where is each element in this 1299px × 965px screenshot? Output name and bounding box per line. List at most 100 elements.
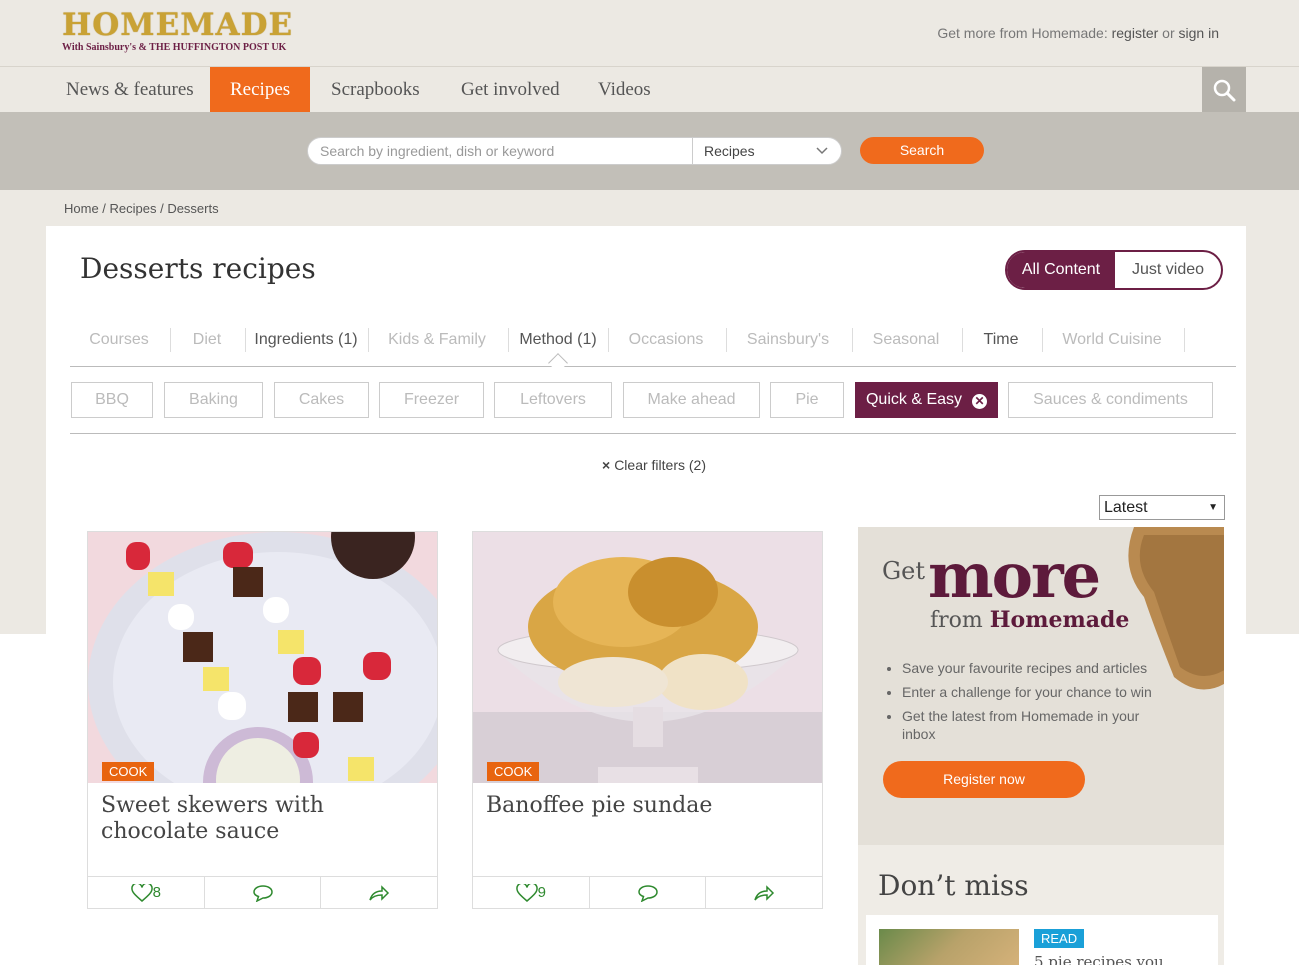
list-item: Get the latest from Homemade in your inb… — [902, 707, 1162, 743]
chip-make-ahead[interactable]: Make ahead — [623, 382, 760, 418]
sort-value: Latest — [1104, 499, 1148, 516]
homemade-logo[interactable]: HOMEMADE With Sainsbury's & THE HUFFINGT… — [62, 9, 293, 53]
search-input[interactable]: Search by ingredient, dish or keyword — [307, 137, 693, 165]
chip-sauces-condiments[interactable]: Sauces & condiments — [1008, 382, 1213, 418]
card-actions: 8 — [88, 876, 437, 908]
recipe-image[interactable]: COOK — [88, 532, 437, 783]
account-or: or — [1158, 25, 1179, 41]
chevron-down-icon — [816, 147, 828, 155]
comment-button[interactable] — [590, 877, 707, 908]
search-scope-select[interactable]: Recipes — [692, 137, 842, 165]
share-icon — [754, 884, 775, 901]
chip-baking[interactable]: Baking — [164, 382, 263, 418]
card-actions: 9 — [473, 876, 822, 908]
chip-pie[interactable]: Pie — [770, 382, 844, 418]
search-scope-value: Recipes — [704, 143, 755, 159]
tab-sainsburys[interactable]: Sainsbury's — [726, 326, 850, 354]
chip-quick-easy[interactable]: Quick & Easy ✕ — [855, 382, 998, 418]
account-links: Get more from Homemade: register or sign… — [937, 25, 1219, 41]
dont-miss-card[interactable]: READ 5 pie recipes you — [866, 915, 1218, 965]
content-type-toggle[interactable]: All Content Just video — [1005, 250, 1223, 290]
chip-leftovers[interactable]: Leftovers — [494, 382, 612, 418]
register-link[interactable]: register — [1112, 25, 1159, 41]
active-tab-caret — [548, 353, 568, 373]
tab-courses[interactable]: Courses — [70, 326, 168, 354]
tab-ingredients[interactable]: Ingredients (1) — [245, 326, 367, 354]
tab-time[interactable]: Time — [962, 326, 1040, 354]
read-badge: READ — [1034, 929, 1085, 948]
recipe-card[interactable]: COOK Sweet skewers with chocolate sauce … — [87, 531, 438, 909]
content-type-badge: COOK — [487, 762, 540, 781]
like-button[interactable]: 9 — [473, 877, 590, 908]
nav-recipes[interactable]: Recipes — [210, 67, 311, 118]
tab-seasonal[interactable]: Seasonal — [852, 326, 960, 354]
nav-news-features[interactable]: News & features — [46, 67, 214, 112]
remove-filter-icon[interactable]: ✕ — [972, 394, 988, 409]
promo-benefits: Save your favourite recipes and articles… — [902, 659, 1162, 749]
comment-icon — [252, 884, 273, 902]
filter-tabs: Courses Diet Ingredients (1) Kids & Fami… — [70, 326, 1236, 373]
recipe-card[interactable]: COOK Banoffee pie sundae 9 — [472, 531, 823, 909]
tab-kids-family[interactable]: Kids & Family — [368, 326, 506, 354]
logo-tagline: With Sainsbury's & THE HUFFINGTON POST U… — [62, 42, 287, 53]
search-button[interactable]: Search — [860, 137, 984, 164]
promo-from: from — [930, 608, 990, 633]
promo-get: Get — [882, 557, 926, 585]
promo-more: more — [928, 539, 1101, 612]
tab-divider — [1184, 328, 1185, 352]
search-icon — [1213, 79, 1236, 101]
chip-quick-easy-label: Quick & Easy — [865, 391, 963, 408]
content-panel: Desserts recipes All Content Just video … — [46, 226, 1246, 965]
list-item: Save your favourite recipes and articles — [902, 659, 1162, 677]
account-prompt: Get more from Homemade: — [937, 25, 1112, 41]
clear-filters-link[interactable]: × Clear filters (2) — [602, 457, 706, 473]
comment-button[interactable] — [205, 877, 322, 908]
chip-bbq[interactable]: BBQ — [71, 382, 153, 418]
register-now-button[interactable]: Register now — [883, 761, 1085, 798]
breadcrumb[interactable]: Home / Recipes / Desserts — [64, 201, 219, 216]
comment-icon — [637, 884, 658, 902]
close-icon: × — [602, 457, 611, 473]
filter-divider — [70, 433, 1236, 434]
register-promo: Get more from Homemade Save your favouri… — [858, 527, 1224, 845]
nav-get-involved[interactable]: Get involved — [441, 67, 580, 112]
tab-occasions[interactable]: Occasions — [608, 326, 724, 354]
chip-freezer[interactable]: Freezer — [379, 382, 484, 418]
chip-cakes[interactable]: Cakes — [274, 382, 369, 418]
share-button[interactable] — [706, 877, 822, 908]
article-title[interactable]: 5 pie recipes you — [1034, 953, 1164, 965]
nav-scrapbooks[interactable]: Scrapbooks — [311, 67, 440, 112]
logo-wordmark: HOMEMADE — [62, 7, 294, 43]
tab-diet[interactable]: Diet — [170, 326, 244, 354]
search-band: Search by ingredient, dish or keyword Re… — [0, 112, 1299, 190]
dont-miss-section: Don’t miss READ 5 pie recipes you — [858, 845, 1224, 965]
like-count: 8 — [152, 884, 161, 901]
tab-method[interactable]: Method (1) — [508, 326, 608, 354]
top-bar: HOMEMADE With Sainsbury's & THE HUFFINGT… — [0, 0, 1299, 67]
recipe-title[interactable]: Banoffee pie sundae — [486, 793, 806, 819]
nav-search-button[interactable] — [1202, 67, 1246, 112]
heart-icon — [515, 883, 538, 902]
list-item: Enter a challenge for your chance to win — [902, 683, 1162, 701]
clear-filters-label: Clear filters (2) — [614, 457, 706, 473]
page-edge-right — [1246, 634, 1299, 965]
recipe-image[interactable]: COOK — [473, 532, 822, 783]
promo-brand: Homemade — [989, 607, 1130, 633]
dont-miss-title: Don’t miss — [878, 869, 1029, 902]
share-icon — [369, 884, 390, 901]
like-button[interactable]: 8 — [88, 877, 205, 908]
promo-from-line: from Homemade — [930, 607, 1129, 633]
signin-link[interactable]: sign in — [1179, 25, 1219, 41]
main-nav: News & features Recipes Scrapbooks Get i… — [0, 67, 1299, 118]
toggle-just-video[interactable]: Just video — [1115, 252, 1221, 288]
tab-world-cuisine[interactable]: World Cuisine — [1042, 326, 1182, 354]
like-count: 9 — [537, 884, 546, 901]
article-image[interactable] — [879, 929, 1019, 965]
nav-videos[interactable]: Videos — [578, 67, 671, 112]
heart-icon — [130, 883, 153, 902]
toggle-all-content[interactable]: All Content — [1007, 252, 1115, 288]
share-button[interactable] — [321, 877, 437, 908]
recipe-title[interactable]: Sweet skewers with chocolate sauce — [101, 793, 421, 845]
sort-select[interactable]: Latest ▼ — [1099, 495, 1225, 520]
content-type-badge: COOK — [102, 762, 155, 781]
